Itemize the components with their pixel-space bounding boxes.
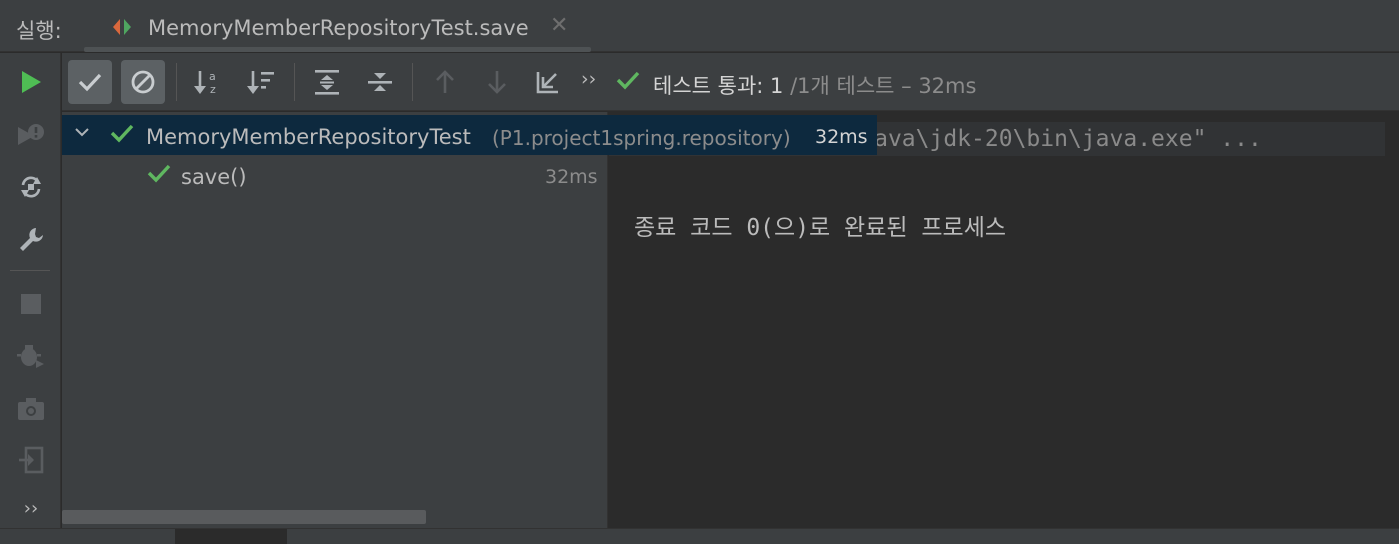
settings-wrench-icon <box>20 228 43 251</box>
run-actions-rail: ›› <box>0 53 61 528</box>
toolbar-separator <box>176 63 177 101</box>
rail-separator <box>10 270 50 271</box>
process-exit-message: 종료 코드 0(으)로 완료된 프로세스 <box>634 215 1007 241</box>
exit-button[interactable] <box>14 443 48 477</box>
toolbar-separator <box>412 63 413 101</box>
svg-text:z: z <box>210 83 216 96</box>
collapse-all-button[interactable] <box>358 60 402 104</box>
rerun-icon <box>22 71 41 93</box>
tab-active-indicator <box>84 47 591 52</box>
toolbar-overflow-button[interactable]: ›› <box>581 68 596 90</box>
expand-all-button[interactable] <box>305 60 349 104</box>
toolbar-separator <box>294 63 295 101</box>
expand-all-icon <box>315 70 339 95</box>
junit-run-config-icon <box>113 19 131 35</box>
test-class-package: (P1.project1spring.repository) <box>492 126 791 150</box>
dump-threads-button[interactable] <box>14 339 48 373</box>
run-tool-window-header: 실행: MemoryMemberRepositoryTest.save ✕ <box>0 0 1399 52</box>
sort-by-duration-icon <box>247 71 274 94</box>
toggle-auto-test-button[interactable] <box>14 170 48 204</box>
rerun-button[interactable] <box>14 65 48 99</box>
sort-alphabetically-icon: a z <box>194 70 216 96</box>
sort-by-duration-button[interactable] <box>239 60 283 104</box>
test-method-duration: 32ms <box>545 166 598 188</box>
import-tests-icon <box>536 72 558 94</box>
tests-passed-label: 테스트 통과: 1 <box>653 74 784 98</box>
test-class-name: MemoryMemberRepositoryTest <box>146 125 471 149</box>
rerun-failed-button[interactable] <box>14 118 48 152</box>
test-passed-check-icon <box>110 124 134 143</box>
test-status-summary: 테스트 통과: 1 /1개 테스트 – 32ms <box>653 70 976 100</box>
dump-threads-icon <box>17 345 44 368</box>
bottom-tab-run[interactable] <box>175 529 287 544</box>
show-ignored-button[interactable] <box>121 60 165 104</box>
sort-alphabetically-button[interactable]: a z <box>186 60 230 104</box>
test-class-duration: 32ms <box>815 126 868 148</box>
screenshot-camera-icon <box>18 398 44 420</box>
stop-icon <box>21 294 41 314</box>
settings-button[interactable] <box>14 222 48 256</box>
collapse-all-icon <box>368 73 392 91</box>
test-tree-root-row[interactable]: MemoryMemberRepositoryTest (P1.project1s… <box>62 115 877 155</box>
screenshot-button[interactable] <box>14 392 48 426</box>
run-config-tab[interactable]: MemoryMemberRepositoryTest.save ✕ <box>84 0 591 52</box>
test-tree-child-row[interactable]: save() 32ms <box>62 155 608 195</box>
exit-icon <box>19 446 44 474</box>
close-icon[interactable]: ✕ <box>550 13 568 38</box>
previous-failed-icon <box>436 70 454 93</box>
previous-failed-button[interactable] <box>423 60 467 104</box>
tests-count-label: /1개 테스트 – 32ms <box>790 74 977 98</box>
horizontal-scrollbar[interactable] <box>62 510 426 524</box>
show-passed-icon <box>78 73 102 92</box>
more-icon[interactable]: ›› <box>14 491 48 525</box>
import-tests-button[interactable] <box>526 60 570 104</box>
test-passed-check-icon <box>147 164 171 183</box>
toggle-auto-test-icon <box>21 176 41 198</box>
run-label: 실행: <box>16 19 62 43</box>
show-ignored-icon <box>131 70 155 94</box>
tab-title: MemoryMemberRepositoryTest.save <box>148 16 529 40</box>
rerun-failed-icon <box>18 124 44 145</box>
svg-text:a: a <box>209 70 216 83</box>
next-failed-icon <box>488 71 506 94</box>
bottom-tool-window-bar <box>0 528 1399 544</box>
chevron-down-icon[interactable] <box>74 124 90 140</box>
next-failed-button[interactable] <box>475 60 519 104</box>
show-passed-button[interactable] <box>68 60 112 104</box>
stop-button[interactable] <box>14 287 48 321</box>
test-runner-toolbar: a z ›› 테스트 통과: 1 /1개 테스트 – 32ms <box>62 53 1399 111</box>
test-tree-panel: MemoryMemberRepositoryTest (P1.project1s… <box>62 112 877 528</box>
console-output[interactable]: "C:\Program Files\Java\jdk-20\bin\java.e… <box>609 112 1399 528</box>
tests-passed-check-icon <box>616 71 640 90</box>
test-method-name: save() <box>181 165 247 189</box>
